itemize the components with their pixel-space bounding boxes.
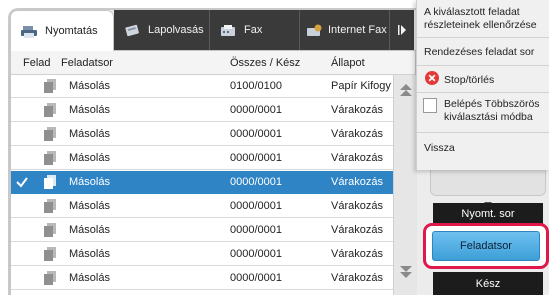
done-button[interactable]: Kész xyxy=(433,272,543,295)
row-queue-name: Másolás xyxy=(69,248,110,260)
row-status: Várakozás xyxy=(331,104,383,116)
row-queue-name: Másolás xyxy=(69,176,110,188)
row-count: 0100/0100 xyxy=(230,80,282,92)
menu-item-back[interactable]: Vissza xyxy=(417,133,549,161)
print-queue-button[interactable]: Nyomt. sor xyxy=(433,203,543,225)
table-row[interactable]: Másolás 0000/0001 Várakozás xyxy=(11,171,393,194)
menu-item-back-label: Vissza xyxy=(424,142,455,154)
more-tabs-button[interactable] xyxy=(390,10,414,50)
checkmark-icon xyxy=(16,177,28,188)
row-status: Várakozás xyxy=(331,176,383,188)
row-status: Várakozás xyxy=(331,272,383,284)
list-scrollbar[interactable] xyxy=(393,75,417,295)
row-count: 0000/0001 xyxy=(230,272,282,284)
table-row[interactable]: Másolás 0100/0100 Papír Kifogy xyxy=(11,75,393,98)
menu-item-priority-job-label: Rendezéses feladat sor xyxy=(424,46,535,58)
menu-item-stop-delete-label: Stop/törlés xyxy=(444,74,495,86)
row-status: Várakozás xyxy=(331,224,383,236)
row-count: 0000/0001 xyxy=(230,104,282,116)
copy-job-icon xyxy=(44,247,56,261)
row-queue-name: Másolás xyxy=(69,128,110,140)
tab-internet-fax[interactable]: Internet Fax xyxy=(300,10,390,50)
row-count: 0000/0001 xyxy=(230,224,282,236)
chevron-right-icon xyxy=(398,25,406,35)
row-queue-name: Másolás xyxy=(69,224,110,236)
tab-internet-fax-label: Internet Fax xyxy=(328,24,387,36)
copy-job-icon xyxy=(44,127,56,141)
row-count: 0000/0001 xyxy=(230,176,282,188)
table-row[interactable]: Másolás 0000/0001 Várakozás xyxy=(11,123,393,146)
row-count: 0000/0001 xyxy=(230,152,282,164)
copy-job-icon xyxy=(44,79,56,93)
print-queue-label: Nyomt. sor xyxy=(461,208,515,220)
row-status: Várakozás xyxy=(331,152,383,164)
row-queue-name: Másolás xyxy=(69,200,110,212)
scanner-icon xyxy=(125,24,139,36)
row-queue-name: Másolás xyxy=(69,272,110,284)
table-row[interactable]: Másolás 0000/0001 Várakozás xyxy=(11,147,393,170)
stop-icon xyxy=(425,71,439,85)
row-status: Várakozás xyxy=(331,248,383,260)
job-status-panel: Felad Feladatsor Összes / Kész Állapot M… xyxy=(10,50,417,295)
tab-scan[interactable]: Lapolvasás xyxy=(114,10,210,50)
row-queue-name: Másolás xyxy=(69,104,110,116)
row-queue-name: Másolás xyxy=(69,80,110,92)
row-queue-name: Másolás xyxy=(69,152,110,164)
copy-job-icon xyxy=(44,103,56,117)
menu-item-multi-select-label: Belépés Többszörös kiválasztási módba xyxy=(444,98,540,123)
table-row[interactable]: Másolás 0000/0001 Várakozás xyxy=(11,267,393,290)
row-count: 0000/0001 xyxy=(230,128,282,140)
row-status: Várakozás xyxy=(331,200,383,212)
column-header: Felad Feladatsor Összes / Kész Állapot xyxy=(11,51,415,75)
copy-job-icon xyxy=(44,175,56,189)
menu-item-priority-job[interactable]: Rendezéses feladat sor xyxy=(417,38,549,66)
internet-fax-icon xyxy=(307,24,322,36)
tab-print-label: Nyomtatás xyxy=(45,25,98,37)
mode-tabs: Nyomtatás Lapolvasás Fax Internet Fax xyxy=(10,10,414,51)
table-row[interactable]: Másolás 0000/0001 Várakozás xyxy=(11,219,393,242)
tab-print[interactable]: Nyomtatás xyxy=(10,10,114,51)
copy-job-icon xyxy=(44,271,56,285)
table-row[interactable]: Másolás 0000/0001 Várakozás xyxy=(11,99,393,122)
column-header-status: Állapot xyxy=(331,57,365,69)
job-queue-button[interactable]: Feladatsor xyxy=(432,231,540,261)
scroll-up-icon[interactable] xyxy=(399,83,413,97)
highlight-frame: Feladatsor xyxy=(423,223,549,269)
row-count: 0000/0001 xyxy=(230,200,282,212)
column-header-queue: Feladatsor xyxy=(61,57,113,69)
menu-item-multi-select[interactable]: Belépés Többszörös kiválasztási módba xyxy=(417,93,549,133)
done-label: Kész xyxy=(475,277,501,290)
row-count: 0000/0001 xyxy=(230,248,282,260)
table-row[interactable]: Másolás 0000/0001 Várakozás xyxy=(11,243,393,266)
column-header-job: Felad xyxy=(23,57,51,69)
job-queue-label: Feladatsor xyxy=(460,240,512,252)
menu-item-check-details-label: A kiválasztott feladat részleteinek elle… xyxy=(424,6,537,31)
selector-top-button[interactable] xyxy=(430,170,546,196)
row-status: Várakozás xyxy=(331,128,383,140)
copy-job-icon xyxy=(44,151,56,165)
tab-fax[interactable]: Fax xyxy=(210,10,300,50)
table-row[interactable]: Másolás 0000/0001 Várakozás xyxy=(11,195,393,218)
menu-item-check-details[interactable]: A kiválasztott feladat részleteinek elle… xyxy=(417,0,549,38)
multi-select-checkbox[interactable] xyxy=(423,98,437,113)
row-status: Papír Kifogy xyxy=(331,80,391,92)
copy-job-icon xyxy=(44,199,56,213)
column-header-total: Összes / Kész xyxy=(230,57,301,69)
tab-scan-label: Lapolvasás xyxy=(148,24,204,36)
copy-job-icon xyxy=(44,223,56,237)
printer-icon xyxy=(21,25,37,38)
fax-icon xyxy=(221,24,235,36)
tab-fax-label: Fax xyxy=(244,24,263,36)
menu-item-stop-delete[interactable]: Stop/törlés xyxy=(417,66,549,93)
scroll-down-icon[interactable] xyxy=(399,265,413,279)
action-menu: A kiválasztott feladat részleteinek elle… xyxy=(416,0,549,170)
